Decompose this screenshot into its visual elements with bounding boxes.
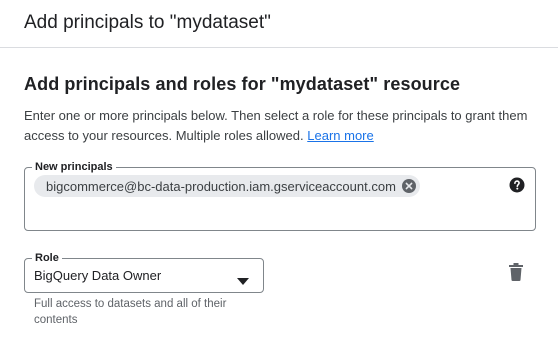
new-principals-field[interactable]: New principals bigcommerce@bc-data-produ… bbox=[24, 160, 536, 231]
principal-chip-label: bigcommerce@bc-data-production.iam.gserv… bbox=[46, 178, 396, 194]
description-text: Enter one or more principals below. Then… bbox=[24, 108, 528, 143]
close-icon[interactable] bbox=[401, 179, 416, 193]
arrow-drop-down-icon bbox=[237, 272, 249, 285]
role-label: Role bbox=[32, 251, 62, 265]
principal-chip[interactable]: bigcommerce@bc-data-production.iam.gserv… bbox=[34, 175, 420, 197]
trash-icon[interactable] bbox=[508, 263, 524, 281]
help-circle-icon[interactable] bbox=[509, 177, 525, 193]
role-description: Full access to datasets and all of their… bbox=[34, 298, 227, 326]
dialog-title: Add principals to "mydataset" bbox=[24, 12, 271, 33]
learn-more-link[interactable]: Learn more bbox=[307, 128, 373, 143]
section-description: Enter one or more principals below. Then… bbox=[24, 106, 544, 146]
section-title: Add principals and roles for "mydataset"… bbox=[24, 74, 461, 94]
new-principals-label: New principals bbox=[32, 160, 116, 174]
role-select[interactable]: Role BigQuery Data Owner bbox=[24, 251, 264, 293]
role-selected-value: BigQuery Data Owner bbox=[34, 268, 162, 283]
dialog-header: Add principals to "mydataset" bbox=[0, 0, 558, 48]
